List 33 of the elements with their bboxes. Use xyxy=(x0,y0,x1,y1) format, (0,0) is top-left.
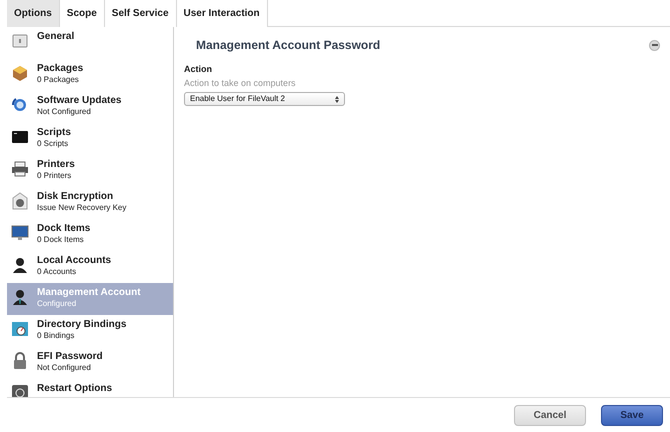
item-icon xyxy=(11,128,29,146)
field-label: Action xyxy=(184,63,213,76)
item-icon xyxy=(11,352,29,370)
sidebar-item[interactable]: Local Accounts 0 Accounts xyxy=(7,251,173,283)
sidebar-item[interactable]: EFI Password Not Configured xyxy=(7,347,173,379)
stepper-icon xyxy=(335,96,339,102)
sidebar-item[interactable]: Restart Options xyxy=(7,379,173,397)
item-icon xyxy=(11,256,29,274)
cancel-button[interactable]: Cancel xyxy=(514,404,586,426)
sidebar-item[interactable]: General xyxy=(7,27,173,59)
sidebar-item[interactable]: Disk Encryption Issue New Recovery Key xyxy=(7,187,173,219)
tab[interactable]: Options xyxy=(7,0,60,27)
section-title: Management Account Password xyxy=(196,37,380,54)
field-hint: Action to take on computers xyxy=(184,76,297,90)
collapse-button[interactable] xyxy=(649,40,660,50)
sidebar-item[interactable]: Directory Bindings 0 Bindings xyxy=(7,315,173,347)
sidebar-item[interactable]: Dock Items 0 Dock Items xyxy=(7,219,173,251)
item-icon xyxy=(11,288,29,306)
item-icon xyxy=(11,192,29,210)
tab[interactable]: Scope xyxy=(60,0,105,27)
item-icon xyxy=(11,32,29,50)
tab[interactable]: Self Service xyxy=(104,0,177,27)
sidebar-item[interactable]: Printers 0 Printers xyxy=(7,155,173,187)
item-icon xyxy=(11,96,29,114)
item-icon xyxy=(11,224,29,242)
sidebar-item[interactable]: Scripts 0 Scripts xyxy=(7,123,173,155)
sidebar-item[interactable]: Software Updates Not Configured xyxy=(7,91,173,123)
sidebar-item[interactable]: Packages 0 Packages xyxy=(7,59,173,91)
item-icon xyxy=(11,64,29,82)
item-icon xyxy=(11,320,29,338)
action-dropdown[interactable]: Enable User for FileVault 2 xyxy=(184,92,345,106)
item-icon xyxy=(11,160,29,178)
tab[interactable]: User Interaction xyxy=(176,0,268,27)
